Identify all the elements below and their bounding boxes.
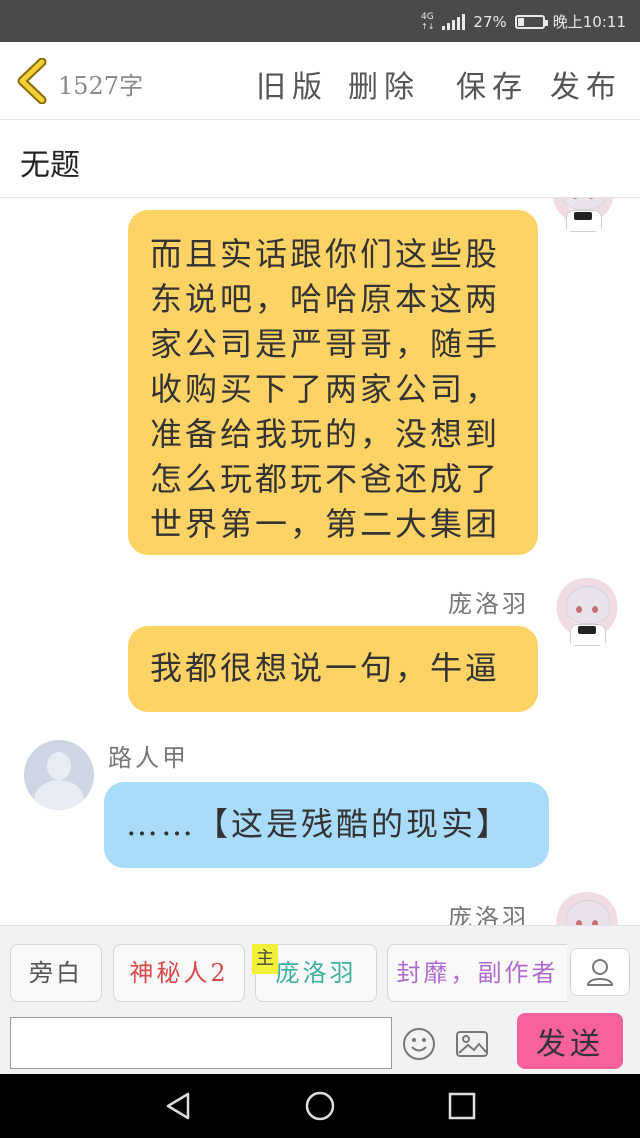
input-bar: 发送 [0, 1007, 640, 1074]
message-bubble-self[interactable]: 而且实话跟你们这些股东说吧，哈哈原本这两家公司是严哥哥，随手收购买下了两家公司，… [128, 210, 538, 555]
chat-area[interactable]: 而且实话跟你们这些股东说吧，哈哈原本这两家公司是严哥哥，随手收购买下了两家公司，… [0, 198, 640, 925]
character-narration[interactable]: 旁白 [10, 944, 102, 1002]
publish-button[interactable]: 发布 [550, 62, 622, 106]
system-nav-bar [0, 1074, 640, 1138]
old-version-button[interactable]: 旧版 [256, 62, 328, 106]
nav-back-icon[interactable] [162, 1090, 194, 1122]
speaker-name: 庞洛羽 [448, 590, 529, 618]
save-button[interactable]: 保存 [456, 62, 528, 106]
battery-fill [517, 17, 524, 26]
clock: 晚上10:11 [552, 13, 626, 31]
signal-icon [442, 13, 466, 30]
delete-button[interactable]: 删除 [348, 62, 420, 106]
image-icon[interactable] [455, 1027, 489, 1061]
network-label: 4G [421, 11, 434, 22]
emoji-icon[interactable] [402, 1027, 436, 1061]
avatar[interactable] [552, 892, 622, 925]
avatar[interactable] [24, 740, 94, 810]
back-chevron-icon [17, 57, 47, 105]
battery-icon [514, 14, 548, 29]
network-indicator: 4G ↑↓ [421, 11, 435, 31]
user-icon [586, 959, 614, 986]
character-mystery[interactable]: 神秘人2 [113, 944, 245, 1002]
host-badge: 主 [252, 944, 278, 974]
speaker-name: 路人甲 [108, 744, 189, 772]
avatar[interactable] [548, 198, 618, 234]
send-button[interactable]: 发送 [517, 1013, 623, 1069]
nav-recent-icon[interactable] [446, 1090, 478, 1122]
character-manage-button[interactable] [570, 948, 630, 996]
battery-percent: 27% [473, 12, 507, 31]
speaker-name: 庞洛羽 [448, 904, 529, 925]
message-bubble-self[interactable]: 我都很想说一句，牛逼 [128, 626, 538, 712]
status-bar: 4G ↑↓ 27% 晚上10:11 [0, 0, 640, 42]
avatar[interactable] [552, 578, 622, 648]
back-button[interactable] [14, 57, 50, 105]
editor-toolbar: 1527字 旧版 删除 保存 发布 [0, 42, 640, 120]
character-fengmi[interactable]: 封靡，副作者 [387, 944, 567, 1002]
character-selector: 旁白 神秘人2 庞洛羽 封靡，副作者 [0, 925, 640, 1007]
story-title-row[interactable]: 无题 [0, 120, 640, 198]
message-input[interactable] [10, 1017, 392, 1069]
story-title[interactable]: 无题 [20, 140, 80, 184]
word-count: 1527字 [58, 72, 144, 100]
message-bubble-other[interactable]: ……【这是残酷的现实】 [104, 782, 549, 868]
nav-home-icon[interactable] [304, 1090, 336, 1122]
